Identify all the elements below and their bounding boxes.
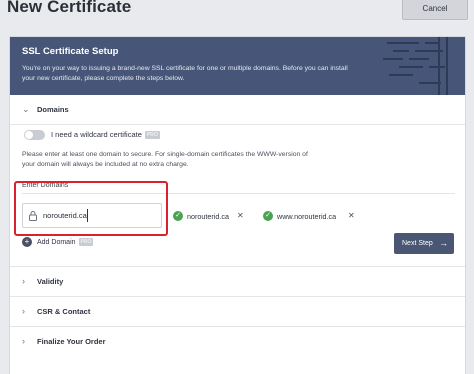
certificate-setup-card: SSL Certificate Setup You're on your way… <box>9 36 466 374</box>
section-csr-contact[interactable]: › CSR & Contact <box>10 296 465 326</box>
domain-chip: ✓ www.norouterid.ca ✕ <box>263 211 363 223</box>
wildcard-label: I need a wildcard certificate PRO <box>51 130 160 139</box>
domains-help-text: Please enter at least one domain to secu… <box>22 151 308 168</box>
section-label: Finalize Your Order <box>37 337 106 346</box>
section-validity[interactable]: › Validity <box>10 266 465 296</box>
chevron-down-icon: ⌄ <box>22 104 30 114</box>
chevron-right-icon: › <box>22 276 25 286</box>
arrow-right-icon: → <box>439 238 448 248</box>
wildcard-toggle[interactable] <box>24 130 45 140</box>
section-label: Validity <box>37 277 64 286</box>
domain-chip: ✓ norouterid.ca ✕ <box>173 211 253 223</box>
remove-domain-icon[interactable]: ✕ <box>348 211 355 220</box>
next-step-label: Next Step <box>402 240 433 247</box>
chevron-right-icon: › <box>22 306 25 316</box>
chevron-right-icon: › <box>22 336 25 346</box>
remove-domain-icon[interactable]: ✕ <box>237 211 244 220</box>
domains-section-label: Domains <box>37 105 69 114</box>
domain-chip-name: norouterid.ca <box>187 212 229 221</box>
check-icon: ✓ <box>173 211 183 221</box>
cancel-button[interactable]: Cancel <box>402 0 468 20</box>
section-finalize-order[interactable]: › Finalize Your Order <box>10 326 465 356</box>
banner-decoration-graphic <box>383 37 448 95</box>
domains-section-header[interactable]: ⌄ Domains <box>10 95 465 125</box>
add-domain-label: Add Domain PRO <box>37 238 94 246</box>
setup-banner: SSL Certificate Setup You're on your way… <box>10 37 465 95</box>
banner-title: SSL Certificate Setup <box>22 46 119 57</box>
add-domain-text: Add Domain <box>37 239 76 246</box>
next-step-button[interactable]: Next Step → <box>394 233 454 254</box>
pro-badge: PRO <box>78 238 94 246</box>
domain-chip-name: www.norouterid.ca <box>277 212 337 221</box>
section-label: CSR & Contact <box>37 307 91 316</box>
banner-text: You're on your way to issuing a brand-ne… <box>22 65 348 82</box>
check-icon: ✓ <box>263 211 273 221</box>
page-title: New Certificate <box>7 0 132 16</box>
highlight-box <box>14 181 168 236</box>
toggle-knob <box>25 131 33 139</box>
plus-icon: + <box>22 237 32 247</box>
pro-badge: PRO <box>144 131 160 139</box>
wildcard-label-text: I need a wildcard certificate <box>51 130 142 139</box>
